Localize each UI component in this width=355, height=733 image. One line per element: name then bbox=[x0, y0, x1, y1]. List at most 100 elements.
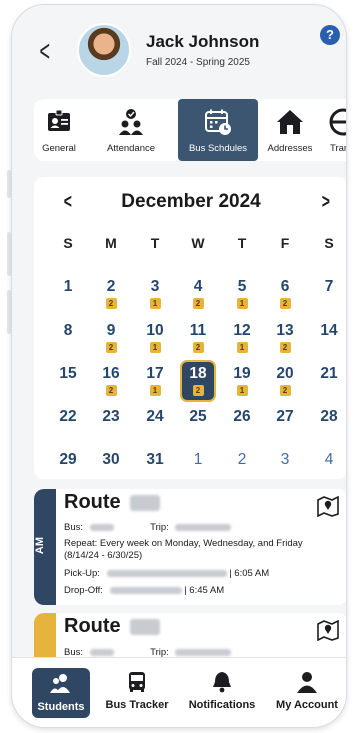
calendar-day[interactable]: 4 bbox=[311, 450, 346, 470]
day-number: 2 bbox=[106, 278, 116, 295]
calendar-clock-icon bbox=[205, 109, 231, 135]
id-card-icon bbox=[48, 109, 70, 131]
trip-count-badge: 1 bbox=[149, 385, 161, 396]
route-pickup: Pick-Up: | 6:05 AM bbox=[64, 568, 269, 579]
calendar-day[interactable]: 7 bbox=[311, 277, 346, 297]
calendar-day[interactable]: 28 bbox=[311, 407, 346, 427]
calendar-day[interactable]: 31 bbox=[137, 450, 173, 470]
day-number: 14 bbox=[320, 322, 338, 339]
trip-count-badge: 2 bbox=[279, 385, 291, 396]
day-number: 7 bbox=[324, 278, 334, 295]
calendar-day[interactable]: 2 bbox=[224, 450, 260, 470]
calendar-day[interactable]: 62 bbox=[267, 277, 303, 309]
calendar-day[interactable]: 22 bbox=[93, 277, 129, 309]
calendar-day[interactable]: 8 bbox=[50, 321, 86, 341]
day-number: 11 bbox=[189, 322, 207, 339]
redacted-trip bbox=[175, 523, 232, 531]
pickup-label: Pick-Up: bbox=[64, 568, 100, 579]
calendar-day[interactable]: 21 bbox=[311, 364, 346, 384]
day-number: 24 bbox=[146, 408, 164, 425]
help-icon[interactable]: ? bbox=[320, 25, 340, 45]
weekday-label: S bbox=[63, 235, 73, 251]
bell-icon bbox=[213, 672, 231, 693]
calendar-day[interactable]: 12 1 bbox=[224, 321, 260, 353]
nav-label: Bus Tracker bbox=[105, 699, 169, 711]
tab-addresses[interactable]: Addresses bbox=[260, 99, 320, 161]
calendar-day[interactable]: 29 bbox=[50, 450, 86, 470]
calendar-day[interactable]: 26 bbox=[224, 407, 260, 427]
calendar-day[interactable]: 92 bbox=[93, 321, 129, 353]
route-bus-trip: Bus: Trip: bbox=[64, 522, 232, 533]
day-number: 10 bbox=[146, 322, 164, 339]
calendar-day[interactable]: 1 bbox=[180, 450, 216, 470]
day-number: 17 bbox=[146, 365, 164, 382]
calendar-day[interactable]: 15 bbox=[50, 364, 86, 384]
calendar-day[interactable]: 3 bbox=[267, 450, 303, 470]
redacted-route-number bbox=[130, 618, 161, 635]
route-title: Route bbox=[64, 491, 161, 514]
nav-label: Notifications bbox=[188, 699, 256, 711]
route-period-label: AM bbox=[34, 537, 46, 555]
nav-students[interactable]: Students bbox=[32, 668, 90, 718]
calendar-day[interactable]: 19 1 bbox=[224, 364, 260, 396]
weekday-label: T bbox=[150, 235, 160, 251]
calendar-day[interactable]: 42 bbox=[180, 277, 216, 309]
weekday-label: S bbox=[324, 235, 334, 251]
calendar-day[interactable]: 31 bbox=[137, 277, 173, 309]
tab-attendance[interactable]: Attendance bbox=[86, 99, 176, 161]
tab-general[interactable]: General bbox=[34, 99, 84, 161]
trip-count-badge: 1 bbox=[149, 342, 161, 353]
calendar-day-selected[interactable]: 18 2 bbox=[180, 360, 216, 402]
trip-count-badge: 1 bbox=[149, 298, 161, 309]
student-name: Jack Johnson bbox=[146, 32, 260, 51]
redacted-bus bbox=[89, 648, 114, 656]
nav-notifications[interactable]: Notifications bbox=[184, 670, 260, 711]
calendar-day[interactable]: 27 bbox=[267, 407, 303, 427]
weekday-label: T bbox=[237, 235, 247, 251]
tab-label: Bus Schdules bbox=[188, 143, 248, 154]
day-number: 23 bbox=[102, 408, 120, 425]
calendar-day[interactable]: 25 bbox=[180, 407, 216, 427]
calendar-day[interactable]: 30 bbox=[93, 450, 129, 470]
redacted-bus bbox=[89, 523, 114, 531]
calendar-day[interactable]: 20 2 bbox=[267, 364, 303, 396]
route-title-text: Route bbox=[64, 491, 121, 513]
calendar-day[interactable]: 11 2 bbox=[180, 321, 216, 353]
calendar-day[interactable]: 1 bbox=[50, 277, 86, 297]
next-month-button[interactable]: > bbox=[322, 191, 330, 214]
calendar-day[interactable]: 22 bbox=[50, 407, 86, 427]
calendar-day[interactable]: 13 2 bbox=[267, 321, 303, 353]
day-number: 28 bbox=[320, 408, 338, 425]
trip-count-badge: 2 bbox=[279, 342, 291, 353]
day-number: 22 bbox=[59, 408, 77, 425]
calendar-day[interactable]: 51 bbox=[224, 277, 260, 309]
day-number: 29 bbox=[59, 451, 77, 468]
calendar-day[interactable]: 14 bbox=[311, 321, 346, 341]
map-pin-icon[interactable] bbox=[316, 619, 340, 641]
nav-bus-tracker[interactable]: Bus Tracker bbox=[102, 670, 172, 711]
calendar-day[interactable]: 17 1 bbox=[137, 364, 173, 396]
day-number: 6 bbox=[280, 278, 290, 295]
trip-count-badge: 1 bbox=[236, 342, 248, 353]
tab-bus-schedules[interactable]: Bus Schdules bbox=[178, 99, 258, 161]
chevron-left-icon[interactable]: < bbox=[40, 37, 51, 67]
calendar-day[interactable]: 10 1 bbox=[137, 321, 173, 353]
people-check-icon bbox=[119, 109, 143, 135]
trip-count-badge: 1 bbox=[236, 385, 248, 396]
route-card[interactable]: AM Route Bus: Trip: Repeat: Every week o… bbox=[34, 489, 346, 605]
person-icon bbox=[297, 672, 317, 693]
tab-label: Addresses bbox=[267, 143, 313, 154]
calendar-day[interactable]: 23 bbox=[93, 407, 129, 427]
calendar-day[interactable]: 16 2 bbox=[93, 364, 129, 396]
student-tabs: General Attendance Bus Schdules Addresse… bbox=[34, 99, 346, 161]
route-repeat: Repeat: Every week on Monday, Wednesday,… bbox=[64, 538, 303, 549]
trip-count-badge: 2 bbox=[105, 298, 117, 309]
map-pin-icon[interactable] bbox=[316, 495, 340, 517]
calendar-day[interactable]: 24 bbox=[137, 407, 173, 427]
student-avatar bbox=[77, 23, 131, 77]
phone-frame: < Jack Johnson Fall 2024 - Spring 2025 ?… bbox=[11, 4, 347, 728]
day-number: 8 bbox=[63, 322, 73, 339]
student-term: Fall 2024 - Spring 2025 bbox=[146, 57, 250, 68]
nav-my-account[interactable]: My Account bbox=[272, 670, 342, 711]
tab-transportation[interactable]: Transpo bbox=[324, 99, 346, 161]
